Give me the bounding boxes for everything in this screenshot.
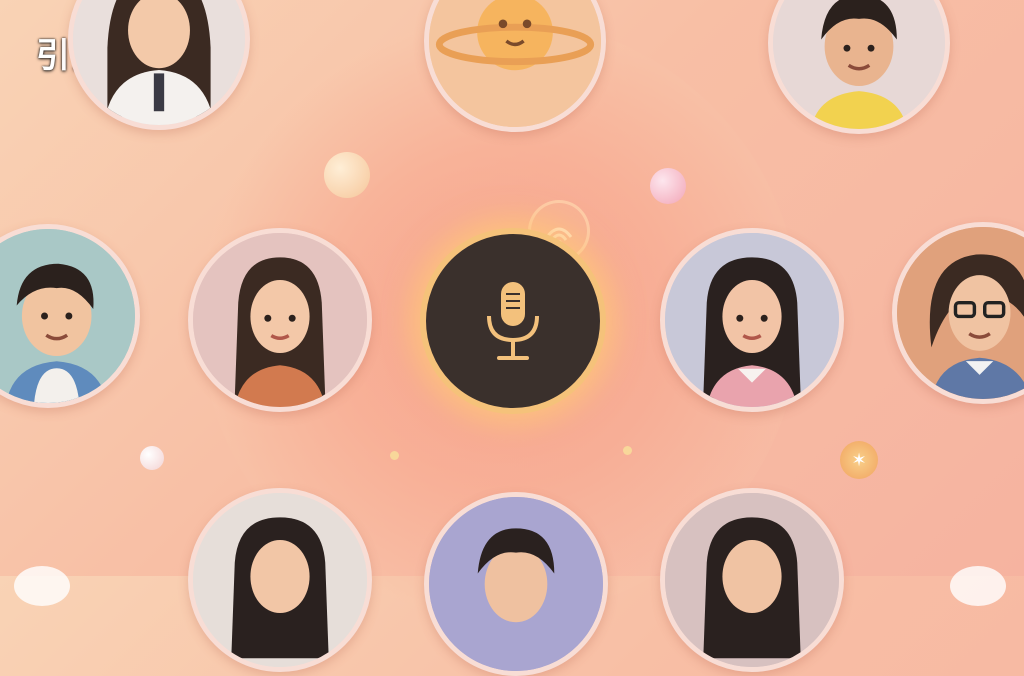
decorative-bubble <box>623 446 632 455</box>
microphone-button[interactable] <box>420 228 606 414</box>
decorative-bubble <box>324 152 370 198</box>
avatar-top-left[interactable] <box>68 0 250 130</box>
avatar-bottom-right[interactable] <box>660 488 844 672</box>
decorative-bubble <box>140 446 164 470</box>
avatar-middle-left[interactable] <box>188 228 372 412</box>
avatar-bottom-center[interactable] <box>424 492 608 676</box>
decorative-bubble <box>650 168 686 204</box>
decorative-bubble <box>950 566 1006 606</box>
decorative-bubble <box>390 451 399 460</box>
avatar-top-right[interactable] <box>768 0 950 134</box>
star-icon: ✶ <box>840 441 878 479</box>
avatar-middle-right[interactable] <box>660 228 844 412</box>
avatar-bottom-left[interactable] <box>188 488 372 672</box>
decorative-bubble <box>14 566 70 606</box>
microphone-icon <box>487 282 539 360</box>
avatar-middle-far-left[interactable] <box>0 224 140 408</box>
avatar-middle-far-right[interactable] <box>892 222 1024 404</box>
